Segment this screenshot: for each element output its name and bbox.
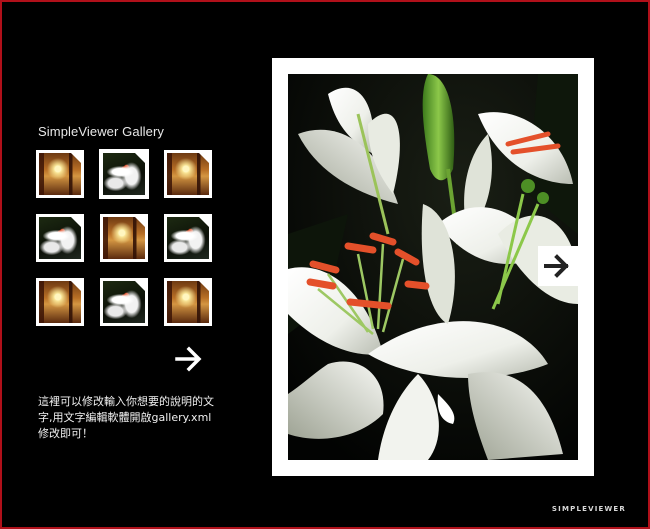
thumbnail-9[interactable] [164, 278, 212, 326]
gallery-title: SimpleViewer Gallery [38, 124, 165, 139]
thumbnail-corner-icon [70, 281, 81, 292]
thumbnail-corner-icon [70, 153, 81, 164]
thumbnail-corner-icon [134, 281, 145, 292]
thumbnail-corner-icon [198, 153, 209, 164]
thumbnail-5[interactable] [100, 214, 148, 262]
thumbnails-next-button[interactable] [174, 344, 204, 374]
thumbnail-2[interactable] [99, 149, 149, 199]
thumbnail-4[interactable] [36, 214, 84, 262]
next-image-button[interactable] [538, 246, 578, 286]
arrow-right-icon [175, 346, 202, 372]
brand-label: SIMPLEVIEWER [551, 505, 626, 513]
thumbnail-6[interactable] [164, 214, 212, 262]
thumbnail-corner-icon [198, 217, 209, 228]
main-image [288, 74, 578, 460]
thumbnail-3[interactable] [164, 150, 212, 198]
thumbnail-corner-icon [134, 217, 145, 228]
thumbnail-corner-icon [198, 281, 209, 292]
thumbnail-grid [36, 149, 218, 332]
lily-photo [288, 74, 578, 460]
image-caption: 這裡可以修改輸入你想要的說明的文字,用文字編輯軟體開啟gallery.xml修改… [38, 395, 214, 440]
thumbnail-1[interactable] [36, 150, 84, 198]
thumbnail-7[interactable] [36, 278, 84, 326]
thumbnail-corner-icon [134, 153, 145, 164]
arrow-right-icon [544, 254, 569, 278]
thumbnail-corner-icon [70, 217, 81, 228]
viewer-frame: SimpleViewer Gallery 這裡可以修改輸入你想要的說明的文字,用… [0, 0, 650, 529]
thumbnail-8[interactable] [100, 278, 148, 326]
